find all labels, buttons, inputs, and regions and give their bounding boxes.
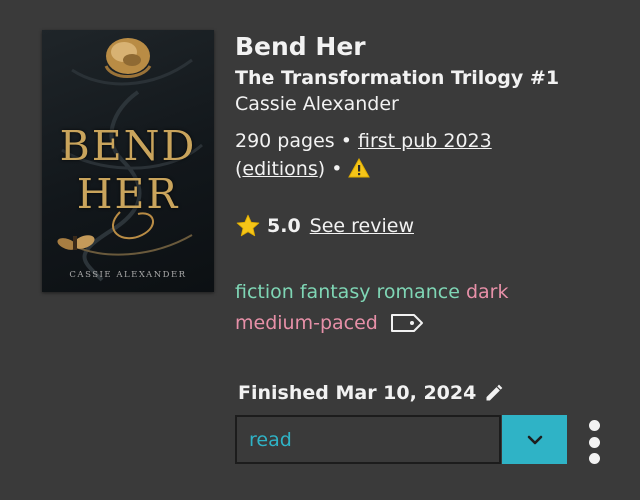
reading-status-value: read	[249, 428, 292, 451]
editions-link[interactable]: editions	[242, 158, 317, 180]
reading-status-select[interactable]: read	[235, 415, 501, 464]
tag-icon[interactable]	[390, 313, 424, 333]
warning-icon[interactable]	[348, 158, 371, 178]
book-title[interactable]: Bend Her	[235, 32, 630, 62]
tag-fiction[interactable]: fiction	[235, 281, 294, 303]
more-dot	[588, 453, 600, 464]
first-pub-link[interactable]: first pub 2023	[358, 130, 492, 152]
chevron-down-icon	[527, 435, 542, 444]
star-icon	[236, 214, 260, 237]
cover-author: CASSIE ALEXANDER	[69, 270, 187, 280]
rating-value: 5.0	[267, 215, 301, 237]
status-dropdown-button[interactable]	[502, 415, 567, 464]
book-meta: 290 pages • first pub 2023 (editions) •	[235, 127, 630, 183]
rating-row: 5.0 See review	[235, 213, 630, 239]
tag-medium-paced[interactable]: medium-paced	[235, 312, 378, 334]
book-series[interactable]: The Transformation Trilogy #1	[235, 67, 630, 89]
book-cover[interactable]: BEND HER CASSIE ALEXANDER	[42, 30, 214, 292]
tag-list: fiction fantasy romance dark medium-pace…	[235, 277, 630, 339]
editions-close-paren: )	[317, 158, 326, 180]
finished-date: Finished Mar 10, 2024	[238, 382, 504, 404]
tag-romance[interactable]: romance	[377, 281, 460, 303]
pencil-icon[interactable]	[484, 383, 504, 403]
cover-title-line2: HER	[76, 170, 180, 218]
book-info: Bend Her The Transformation Trilogy #1 C…	[235, 30, 630, 339]
meta-separator-2: •	[331, 158, 343, 180]
see-review-link[interactable]: See review	[310, 215, 414, 237]
cover-title-line1: BEND	[59, 122, 197, 170]
page-count: 290 pages	[235, 130, 335, 152]
more-options-button[interactable]	[585, 420, 603, 464]
book-author[interactable]: Cassie Alexander	[235, 93, 630, 115]
tag-dark[interactable]: dark	[466, 281, 509, 303]
finished-label: Finished Mar 10, 2024	[238, 382, 477, 404]
more-dot	[588, 420, 600, 431]
more-dot	[588, 436, 600, 448]
tag-fantasy[interactable]: fantasy	[300, 281, 371, 303]
meta-separator: •	[340, 130, 352, 152]
